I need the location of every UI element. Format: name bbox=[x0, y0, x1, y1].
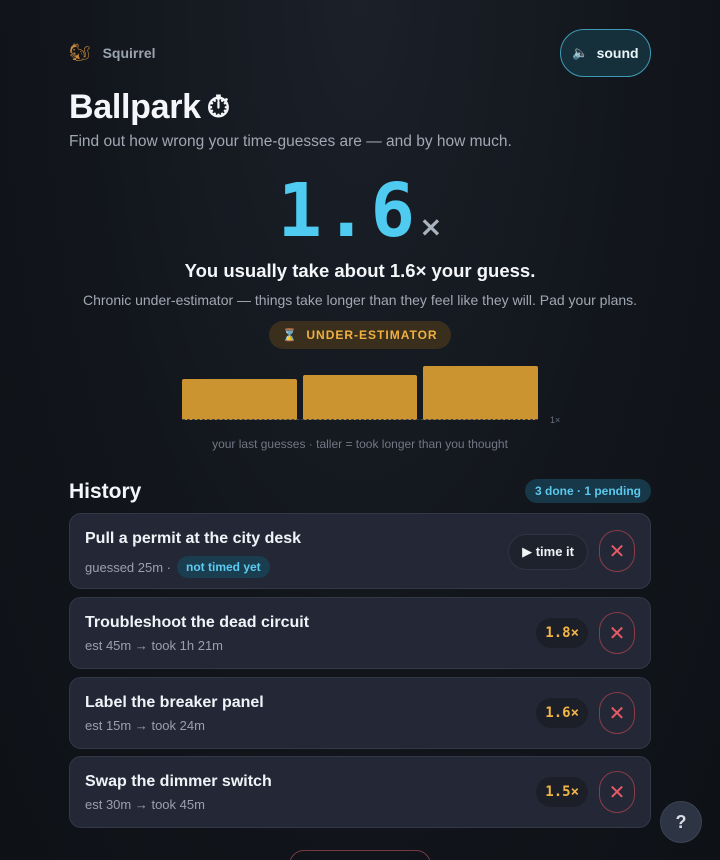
history-item: Label the breaker panel est 15m → took 2… bbox=[69, 677, 651, 749]
chart-bar bbox=[182, 379, 297, 420]
delete-button[interactable]: ✕ bbox=[599, 771, 635, 813]
history-item: Troubleshoot the dead circuit est 45m → … bbox=[69, 597, 651, 669]
close-icon: ✕ bbox=[608, 702, 626, 725]
close-icon: ✕ bbox=[608, 622, 626, 645]
ratio-multiplier-symbol: × bbox=[419, 210, 443, 243]
task-ratio-badge: 1.5× bbox=[536, 777, 588, 807]
chart-bars bbox=[182, 366, 538, 420]
chart-bar bbox=[302, 374, 418, 420]
page-title-text: Ballpark bbox=[69, 88, 201, 126]
page-title: Ballpark ⏱ bbox=[69, 88, 230, 127]
task-title: Label the breaker panel bbox=[85, 694, 264, 711]
baseline-label: 1× bbox=[550, 415, 561, 425]
task-meta: est 15m → took 24m bbox=[85, 718, 205, 733]
close-icon: ✕ bbox=[608, 781, 626, 804]
time-it-button[interactable]: ▶ time it bbox=[508, 534, 588, 570]
summary-description: Chronic under-estimator — things take lo… bbox=[82, 292, 638, 308]
task-meta: est 30m → took 45m bbox=[85, 797, 205, 812]
hourglass-icon: ⌛ bbox=[282, 328, 299, 342]
speaker-icon: 🔈 bbox=[572, 45, 589, 60]
average-ratio-value: 1.6 bbox=[277, 168, 418, 254]
task-meta: est 45m → took 1h 21m bbox=[85, 638, 224, 653]
history-item: Pull a permit at the city desk guessed 2… bbox=[69, 513, 651, 589]
history-item: Swap the dimmer switch est 30m → took 45… bbox=[69, 756, 651, 828]
task-title: Swap the dimmer switch bbox=[85, 773, 272, 790]
task-guess: guessed 25m · bbox=[85, 559, 171, 575]
brand: 🐿 Squirrel bbox=[69, 43, 156, 63]
task-title: Pull a permit at the city desk bbox=[85, 530, 302, 547]
stopwatch-icon: ⏱ bbox=[206, 90, 230, 124]
help-button[interactable]: ? bbox=[660, 801, 702, 843]
estimator-type-label: UNDER-ESTIMATOR bbox=[306, 328, 438, 342]
task-ratio-badge: 1.6× bbox=[536, 698, 588, 728]
guesses-chart: 1× bbox=[182, 366, 562, 426]
bottom-action-button[interactable] bbox=[289, 850, 431, 860]
sound-button-label: sound bbox=[596, 45, 639, 61]
status-badge: not timed yet bbox=[177, 556, 270, 578]
top-bar: 🐿 Squirrel 🔈 sound bbox=[69, 29, 651, 77]
task-ratio-badge: 1.8× bbox=[536, 618, 588, 648]
help-icon: ? bbox=[675, 811, 687, 832]
chart-caption: your last guesses · taller = took longer… bbox=[212, 437, 508, 451]
brand-name: Squirrel bbox=[102, 45, 156, 61]
chart-bar bbox=[423, 366, 538, 420]
badge-row: ⌛ UNDER-ESTIMATOR bbox=[0, 321, 720, 349]
delete-button[interactable]: ✕ bbox=[599, 530, 635, 572]
close-icon: ✕ bbox=[608, 540, 626, 563]
summary-headline: You usually take about 1.6× your guess. bbox=[184, 260, 536, 281]
history-count-badge: 3 done · 1 pending bbox=[524, 479, 651, 503]
task-meta: guessed 25m · not timed yet bbox=[85, 556, 270, 578]
history-title: History bbox=[69, 480, 142, 503]
squirrel-icon: 🐿 bbox=[69, 43, 91, 62]
sound-toggle-button[interactable]: 🔈 sound bbox=[560, 29, 651, 77]
average-ratio: 1.6× bbox=[0, 168, 720, 254]
page-subtitle: Find out how wrong your time-guesses are… bbox=[69, 133, 512, 150]
delete-button[interactable]: ✕ bbox=[599, 612, 635, 654]
estimator-type-badge: ⌛ UNDER-ESTIMATOR bbox=[269, 321, 451, 349]
task-title: Troubleshoot the dead circuit bbox=[85, 614, 310, 631]
chart-baseline bbox=[182, 419, 538, 420]
delete-button[interactable]: ✕ bbox=[599, 692, 635, 734]
